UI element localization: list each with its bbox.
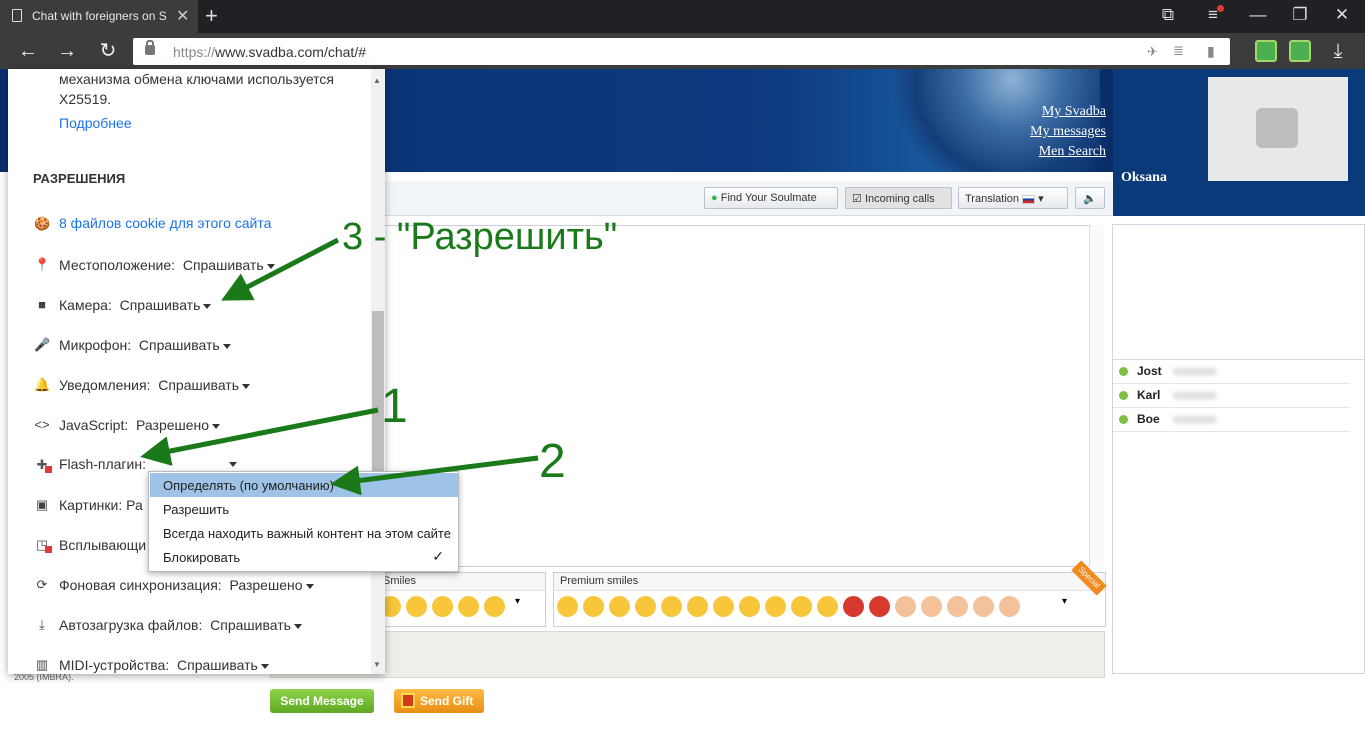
annotation-step1: 1 (381, 380, 408, 433)
arrow-step3 (221, 237, 340, 301)
annotation-step2: 2 (539, 435, 566, 488)
annotation-arrows (140, 237, 539, 496)
annotation-step3: 3 - "Разрешить" (342, 216, 618, 258)
arrow-step2 (330, 455, 539, 496)
arrow-step1 (140, 407, 379, 466)
